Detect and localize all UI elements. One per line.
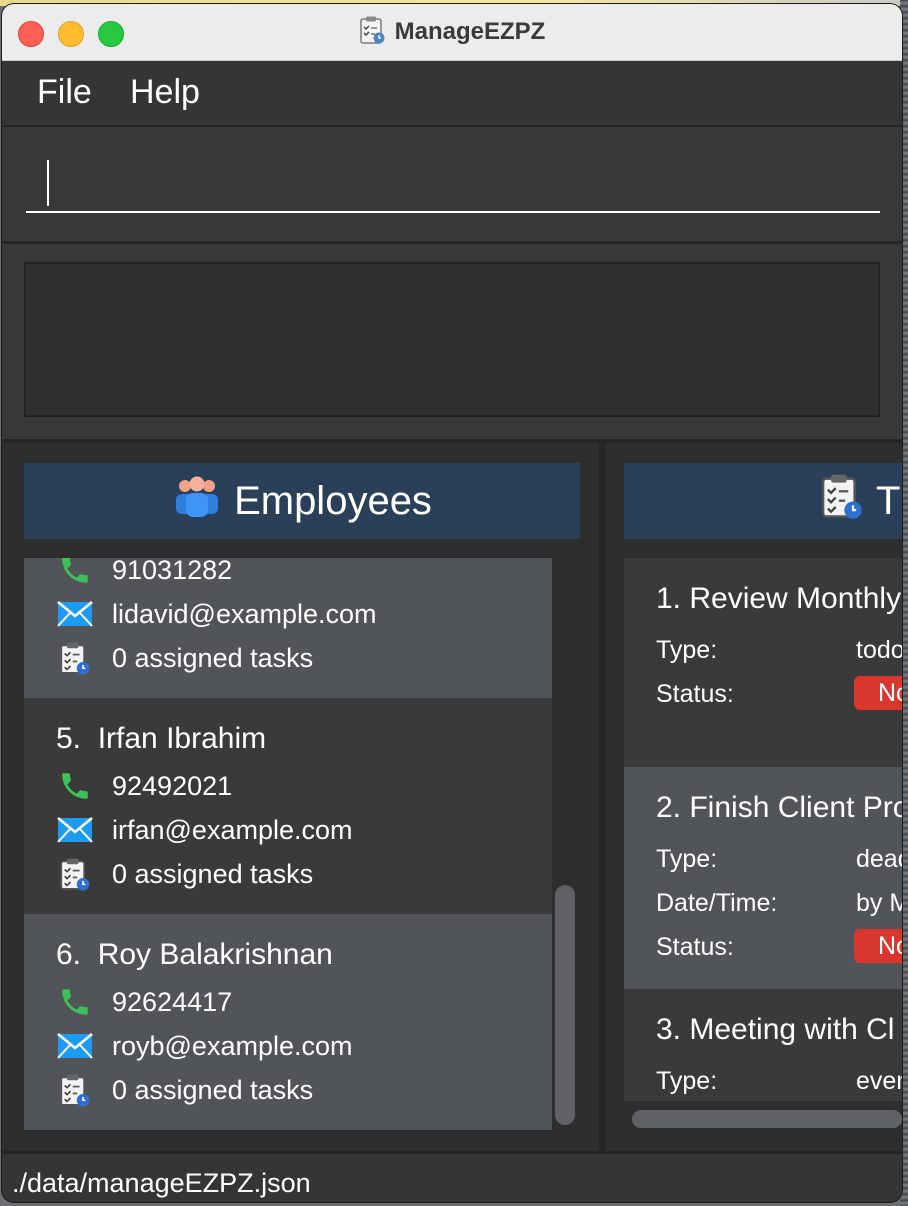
menu-bar: File Help (2, 61, 902, 127)
title-group: ManageEZPZ (2, 4, 902, 60)
status-badge: No (854, 929, 902, 963)
employee-phone-row: 91031282 (56, 558, 232, 590)
employees-title: Employees (234, 478, 432, 523)
employee-email-row: lidavid@example.com (56, 594, 377, 634)
employee-email-row: royb@example.com (56, 1026, 353, 1066)
employee-name-text: Irfan Ibrahim (97, 722, 267, 755)
task-list[interactable]: 1. Review Monthly Type: todo Status: No … (624, 558, 902, 1101)
employee-tasks-row: 0 assigned tasks (56, 1070, 313, 1110)
task-card[interactable]: 2. Finish Client Pro Type: dead Date/Tim… (624, 767, 902, 989)
employee-email-row: irfan@example.com (56, 810, 353, 850)
email-icon (56, 595, 94, 633)
task-card[interactable]: 3. Meeting with Cl Type: even (624, 989, 902, 1101)
task-type-label: Type: (656, 636, 718, 664)
task-title: 2. Finish Client Pro (656, 791, 902, 824)
task-type-value: todo (856, 636, 902, 664)
menu-help[interactable]: Help (130, 73, 200, 112)
text-cursor (47, 160, 49, 206)
employee-index: 5. (56, 722, 82, 755)
employee-card[interactable]: 91031282 lidavid@example.com 0 assigned … (24, 558, 552, 698)
clipboard-clock-icon (820, 472, 864, 530)
task-type-value: dead (856, 845, 902, 873)
phone-icon (56, 983, 94, 1021)
status-bar: ./data/manageEZPZ.json (2, 1151, 902, 1202)
task-datetime-label: Date/Time: (656, 889, 778, 917)
task-type-label: Type: (656, 1067, 718, 1095)
task-title: 1. Review Monthly (656, 582, 902, 615)
employee-list[interactable]: 91031282 lidavid@example.com 0 assigned … (24, 558, 552, 1134)
task-status-label: Status: (656, 933, 734, 961)
clipboard-clock-icon (56, 855, 94, 893)
menu-file[interactable]: File (37, 73, 92, 112)
result-display-panel (2, 244, 902, 443)
task-card[interactable]: 1. Review Monthly Type: todo Status: No (624, 558, 902, 767)
employee-phone-row: 92492021 (56, 766, 232, 806)
task-list-horizontal-scrollbar[interactable] (632, 1110, 902, 1128)
task-type-value: even (856, 1067, 902, 1095)
command-input[interactable] (26, 155, 880, 213)
employee-card[interactable]: 6. Roy Balakrishnan 92624417 royb@exampl… (24, 914, 552, 1130)
employee-card[interactable]: 5. Irfan Ibrahim 92492021 irfan@example.… (24, 698, 552, 914)
title-bar: ManageEZPZ (2, 4, 902, 61)
employees-header: Employees (24, 463, 580, 539)
status-badge: No (854, 676, 902, 710)
tasks-title: T (876, 478, 901, 523)
command-box (2, 127, 902, 244)
clipboard-clock-icon (56, 1071, 94, 1109)
window-title: ManageEZPZ (394, 18, 546, 45)
people-icon (172, 474, 222, 528)
result-display (24, 262, 880, 417)
tasks-header: T (624, 463, 902, 539)
pane-divider[interactable] (599, 443, 605, 1151)
email-icon (56, 811, 94, 849)
employee-task-count: 0 assigned tasks (112, 858, 314, 889)
employee-task-count: 0 assigned tasks (112, 1074, 314, 1105)
employee-index: 6. (56, 938, 82, 971)
employee-task-count: 0 assigned tasks (112, 642, 314, 673)
employee-phone: 92492021 (112, 770, 233, 801)
clipboard-clock-icon (56, 639, 94, 677)
task-type-label: Type: (656, 845, 718, 873)
employee-phone: 91031282 (112, 558, 233, 585)
task-status-label: Status: (656, 680, 734, 708)
employee-phone-row: 92624417 (56, 982, 232, 1022)
employee-email: lidavid@example.com (112, 598, 377, 629)
employee-phone: 92624417 (112, 986, 233, 1017)
data-file-path: ./data/manageEZPZ.json (12, 1168, 311, 1198)
phone-icon (56, 558, 94, 589)
employee-name-text: Roy Balakrishnan (97, 938, 333, 971)
phone-icon (56, 767, 94, 805)
app-window: ManageEZPZ File Help Employees 91031282 … (2, 4, 902, 1202)
list-panels: Employees 91031282 lidavid@example.com 0… (2, 443, 902, 1151)
employee-name: 6. Roy Balakrishnan (56, 938, 333, 972)
task-title: 3. Meeting with Cl (656, 1013, 895, 1046)
employee-tasks-row: 0 assigned tasks (56, 854, 313, 894)
employee-tasks-row: 0 assigned tasks (56, 638, 313, 678)
app-icon (359, 15, 387, 50)
task-datetime-value: by M (856, 889, 902, 917)
employee-email: royb@example.com (112, 1030, 353, 1061)
employee-list-scrollbar[interactable] (555, 885, 575, 1125)
email-icon (56, 1027, 94, 1065)
employee-name: 5. Irfan Ibrahim (56, 722, 266, 756)
employee-email: irfan@example.com (112, 814, 353, 845)
